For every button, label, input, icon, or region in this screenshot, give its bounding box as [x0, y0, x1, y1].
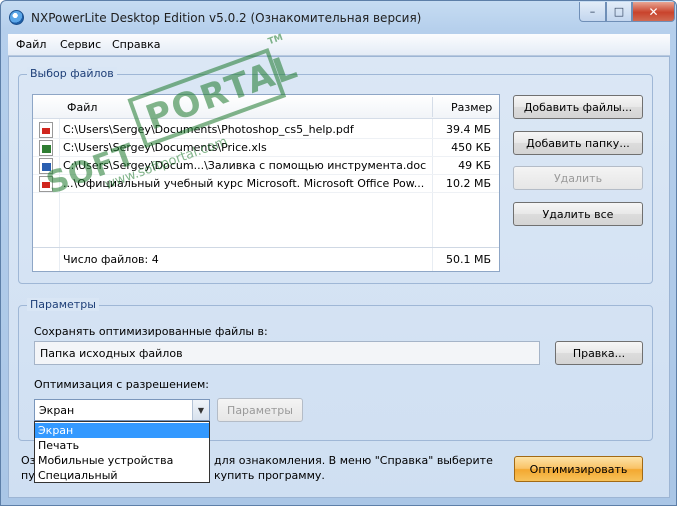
option-screen[interactable]: Экран	[35, 423, 209, 438]
trial-notice-line2-end: купить программу.	[214, 469, 325, 482]
remove-button[interactable]: Удалить	[513, 166, 643, 190]
menu-service[interactable]: Сервис	[60, 38, 101, 51]
window-title: NXPowerLite Desktop Edition v5.0.2 (Озна…	[31, 11, 422, 25]
total-size: 50.1 МБ	[445, 253, 491, 266]
title-bar[interactable]: NXPowerLite Desktop Edition v5.0.2 (Озна…	[1, 1, 676, 33]
parameters-title: Параметры	[27, 298, 99, 311]
file-row[interactable]: C:\Users\Sergey\Docum...\Заливка с помощ…	[33, 157, 499, 175]
column-header-size[interactable]: Размер	[451, 101, 492, 114]
file-name: C:\Users\Sergey\Documents\Price.xls	[63, 141, 267, 154]
file-list-header: Файл Размер	[33, 95, 499, 119]
menu-bar: Файл Сервис Справка	[8, 34, 670, 56]
menu-file[interactable]: Файл	[16, 38, 46, 51]
resolution-selected-value: Экран	[39, 404, 75, 417]
option-mobile[interactable]: Мобильные устройства	[35, 453, 209, 468]
resolution-label: Оптимизация с разрешением:	[34, 378, 210, 391]
file-size: 10.2 МБ	[445, 177, 491, 190]
option-print[interactable]: Печать	[35, 438, 209, 453]
app-window: NXPowerLite Desktop Edition v5.0.2 (Озна…	[0, 0, 677, 506]
file-row[interactable]: C:\Users\Sergey\Documents\Photoshop_cs5_…	[33, 121, 499, 139]
optimize-button[interactable]: Оптимизировать	[514, 456, 643, 482]
save-location-label: Сохранять оптимизированные файлы в:	[34, 325, 268, 338]
excel-file-icon	[39, 140, 53, 156]
remove-all-button[interactable]: Удалить все	[513, 202, 643, 226]
file-selection-title: Выбор файлов	[27, 67, 117, 80]
file-row[interactable]: ...\Официальный учебный курс Microsoft. …	[33, 175, 499, 193]
file-list-footer: Число файлов: 4 50.1 МБ	[33, 247, 499, 271]
file-name: C:\Users\Sergey\Docum...\Заливка с помощ…	[63, 159, 427, 172]
file-count: Число файлов: 4	[63, 253, 159, 266]
parameters-button[interactable]: Параметры	[217, 398, 303, 422]
save-location-field: Папка исходных файлов	[34, 341, 540, 365]
trial-notice-line1-end: для ознакомления. В меню "Справка" выбер…	[214, 454, 493, 467]
file-row[interactable]: C:\Users\Sergey\Documents\Price.xls 450 …	[33, 139, 499, 157]
save-location-value: Папка исходных файлов	[40, 347, 183, 360]
column-header-file[interactable]: Файл	[67, 101, 97, 114]
word-file-icon	[39, 158, 53, 174]
add-folder-button[interactable]: Добавить папку...	[513, 131, 643, 155]
pdf-file-icon	[39, 122, 53, 138]
close-button[interactable]: ✕	[632, 2, 675, 22]
menu-help[interactable]: Справка	[112, 38, 160, 51]
file-list[interactable]: Файл Размер C:\Users\Sergey\Documents\Ph…	[32, 94, 500, 272]
edit-button[interactable]: Правка...	[555, 341, 643, 365]
option-custom[interactable]: Специальный	[35, 468, 209, 483]
resolution-dropdown-list: Экран Печать Мобильные устройства Специа…	[34, 421, 210, 483]
file-size: 49 КБ	[458, 159, 491, 172]
minimize-button[interactable]: –	[579, 2, 606, 22]
chevron-down-icon[interactable]: ▼	[192, 400, 209, 420]
maximize-button[interactable]: □	[606, 2, 632, 22]
file-size: 450 КБ	[451, 141, 491, 154]
pdf-file-icon	[39, 176, 53, 192]
file-size: 39.4 МБ	[445, 123, 491, 136]
file-name: ...\Официальный учебный курс Microsoft. …	[63, 177, 425, 190]
add-files-button[interactable]: Добавить файлы...	[513, 95, 643, 119]
trial-notice-line2-start: пу	[21, 469, 35, 482]
file-name: C:\Users\Sergey\Documents\Photoshop_cs5_…	[63, 123, 354, 136]
app-logo-icon	[9, 10, 24, 25]
resolution-select[interactable]: Экран ▼	[34, 399, 210, 421]
column-divider[interactable]	[432, 97, 433, 117]
